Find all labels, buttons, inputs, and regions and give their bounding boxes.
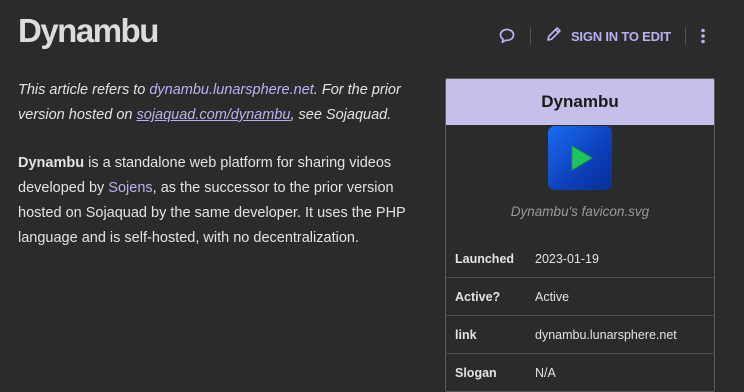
kebab-menu-icon[interactable]: [700, 27, 706, 45]
toolbar-divider: [685, 27, 686, 45]
dynambu-favicon: [548, 126, 612, 190]
hatnote: This article refers to dynambu.lunarsphe…: [18, 78, 418, 128]
infobox-label: link: [455, 327, 477, 342]
infobox-row-launched: Launched 2023-01-19: [446, 240, 714, 277]
hatnote-link-sojaquad[interactable]: sojaquad.com/dynambu: [137, 107, 291, 123]
sign-in-to-edit-button[interactable]: SIGN IN TO EDIT: [545, 25, 671, 48]
infobox-caption: Dynambu's favicon.svg: [510, 204, 650, 219]
infobox-row-link: link dynambu.lunarsphere.net: [446, 315, 714, 353]
hatnote-link-dynambu[interactable]: dynambu.lunarsphere.net: [149, 82, 313, 98]
infobox-label: Slogan: [455, 365, 497, 380]
infobox: Dynambu Dynambu's favicon.svg Launched 2…: [445, 78, 715, 392]
infobox-row-active: Active? Active: [446, 277, 714, 315]
sign-in-label: SIGN IN TO EDIT: [570, 28, 671, 44]
speech-bubble-icon[interactable]: [498, 27, 516, 45]
article-subject: Dynambu: [18, 155, 85, 171]
page-title: Dynambu: [18, 12, 159, 49]
pencil-icon: [545, 25, 563, 48]
play-icon: [571, 145, 593, 171]
toolbar-divider: [529, 27, 531, 45]
hatnote-text: , see Sojaquad.: [290, 107, 392, 123]
infobox-row-slogan: Slogan N/A: [446, 353, 714, 391]
hatnote-text: This article refers to: [18, 82, 150, 98]
infobox-title: Dynambu: [446, 79, 714, 125]
infobox-value: Active: [535, 289, 570, 304]
infobox-rows: Launched 2023-01-19 Active? Active link …: [446, 240, 714, 391]
infobox-label: Launched: [455, 251, 515, 266]
intro-paragraph: Dynambu is a standalone web platform for…: [18, 151, 418, 251]
infobox-image[interactable]: [446, 125, 714, 190]
infobox-value: 2023-01-19: [535, 251, 599, 266]
link-sojens[interactable]: Sojens: [108, 180, 152, 196]
article-body: This article refers to dynambu.lunarsphe…: [18, 78, 418, 251]
page-toolbar: SIGN IN TO EDIT: [498, 22, 706, 50]
infobox-value: N/A: [535, 365, 556, 380]
infobox-label: Active?: [455, 289, 501, 304]
infobox-link-value[interactable]: dynambu.lunarsphere.net: [535, 328, 677, 342]
